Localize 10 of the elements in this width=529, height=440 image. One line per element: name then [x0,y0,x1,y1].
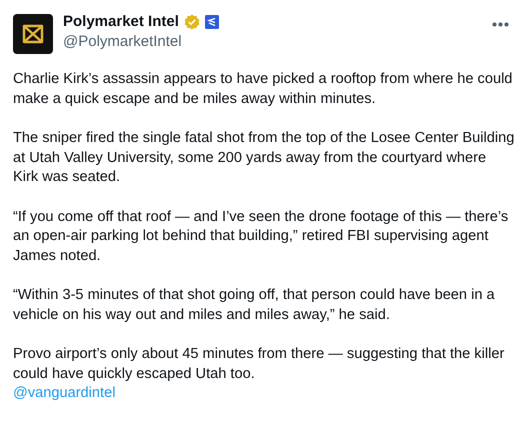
post-paragraph: “If you come off that roof — and I’ve seen the drone footage of this — there’s an open-air parking lot behind that building,” retired FBI supervising agent James noted. [13,208,510,266]
more-options-icon[interactable] [492,22,509,27]
avatar-icon[interactable] [13,14,53,54]
post-paragraph: Provo airport’s only about 45 minutes from there — suggesting that the killer could have quickly escaped Utah too. [13,345,506,384]
post-paragraph: The sniper fired the single fatal shot from the top of the Losee Center Building at Utah Valley University, some 200 yards away from the courtyard where Kirk was seated. [13,129,515,187]
author-name[interactable]: Polymarket Intel [63,12,179,32]
post-paragraph: Charlie Kirk’s assassin appears to have picked a rooftop from where he could make a quick escape and be miles away within minutes. [13,70,514,108]
post-paragraph: “Within 3-5 minutes of that shot going off, that person could have been in a vehicle on his way out and miles and miles away,” he said. [13,286,496,324]
affiliate-badge-icon[interactable] [204,15,219,29]
author-handle[interactable]: @PolymarketIntel [63,32,482,52]
